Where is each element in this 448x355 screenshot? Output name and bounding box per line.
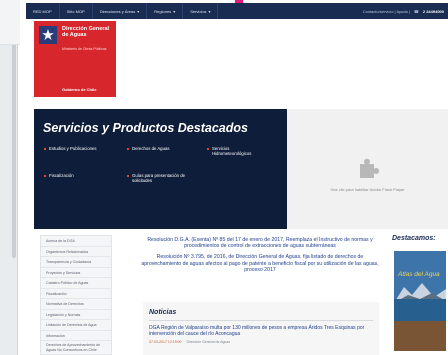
sidebar-item[interactable]: Organismos Relacionados: [41, 247, 111, 257]
service-link-guias[interactable]: Guías para presentación de solicitudes: [127, 173, 189, 183]
service-link-hidrometeorologicos[interactable]: Servicios Hidrometeorológicos: [207, 146, 267, 156]
dga-logo[interactable]: Dirección General de Aguas Ministerio de…: [34, 21, 116, 97]
sidebar-item[interactable]: Proyectos y Servicios: [41, 268, 111, 278]
puzzle-plugin-icon: [354, 156, 380, 182]
sidebar-item[interactable]: Legislación y Normas: [41, 310, 111, 320]
browser-toolbar-strip: [0, 0, 20, 45]
chile-star-icon: [39, 26, 57, 44]
news-headline-link[interactable]: DGA Región de Valparaíso multa por 130 m…: [149, 325, 373, 337]
atlas-del-agua-banner[interactable]: Atlas del Agua: [394, 251, 446, 351]
atlas-lake: [394, 299, 446, 321]
sidebar-item[interactable]: Normativa de Derechos: [41, 299, 111, 310]
nav-item-regiones[interactable]: Regiones ▾: [147, 3, 184, 19]
bullet-icon: [44, 174, 46, 177]
top-navbar: RED MOP Sitio MOP Direcciones y Áreas ▾ R…: [26, 3, 448, 19]
chevron-down-icon: ▾: [208, 8, 211, 14]
divider: [149, 320, 373, 321]
bullet-icon: [44, 147, 46, 150]
phone-icon: ☎: [413, 8, 419, 14]
scrollbar[interactable]: [12, 8, 16, 258]
news-panel: Noticias DGA Región de Valparaíso multa …: [143, 302, 379, 355]
resolutions-block: Resolución D.G.A. (Exenta) Nº 85 del 17 …: [141, 237, 379, 297]
sidebar-nav: Acerca de la DGA Organismos Relacionados…: [40, 235, 112, 355]
flash-message: Haz clic para habilitar Adobe Flash Play…: [330, 187, 405, 192]
sidebar-item[interactable]: Catastro Público de Aguas: [41, 278, 111, 289]
featured-title: Destacamos:: [392, 235, 436, 242]
logo-government: Gobierno de Chile: [62, 87, 97, 92]
sidebar-item[interactable]: Transparencia y Ciudadanía: [41, 257, 111, 268]
sidebar-item[interactable]: Licitación de Derechos de Agua: [41, 320, 111, 331]
flash-placeholder[interactable]: Haz clic para habilitar Adobe Flash Play…: [287, 109, 448, 229]
web-page: RED MOP Sitio MOP Direcciones y Áreas ▾ R…: [26, 3, 448, 355]
logo-subtitle: Ministerio de Obras Públicas: [62, 47, 107, 51]
top-right-links: Contacto/servicio | Ayuda | ☎ 2 24494000: [363, 9, 448, 14]
nav-item-red-mop[interactable]: RED MOP: [26, 3, 60, 19]
service-link-fiscalizacion[interactable]: Fiscalización: [44, 173, 114, 178]
nav-item-servicios[interactable]: Servicios ▾: [183, 3, 219, 19]
news-source: Dirección General de Aguas: [186, 340, 231, 344]
contact-links[interactable]: Contacto/servicio | Ayuda |: [363, 9, 410, 14]
service-link-estudios[interactable]: Estudios y Publicaciones: [44, 146, 124, 151]
sidebar-item[interactable]: Acerca de la DGA: [41, 236, 111, 247]
sidebar-item[interactable]: Fiscalización: [41, 289, 111, 299]
logo-title: Dirección General de Aguas: [62, 26, 110, 38]
services-title: Servicios y Productos Destacados: [43, 121, 248, 135]
sidebar-item[interactable]: Derechos de Aprovechamiento de Aguas No …: [41, 341, 111, 355]
chevron-down-icon: ▾: [173, 8, 176, 14]
bullet-icon: [127, 174, 129, 177]
resolution-link[interactable]: Resolución Nº 3.795, de 2016, de Direcci…: [141, 254, 379, 273]
service-link-derechos[interactable]: Derechos de Aguas: [127, 146, 197, 151]
chevron-down-icon: ▾: [137, 8, 140, 14]
sidebar-item[interactable]: Información: [41, 331, 111, 341]
resolution-link[interactable]: Resolución D.G.A. (Exenta) Nº 85 del 17 …: [141, 237, 379, 249]
header-blank: [116, 21, 448, 97]
news-title: Noticias: [149, 309, 177, 316]
phone-number[interactable]: 2 24494000: [423, 9, 444, 14]
atlas-ground: [394, 321, 446, 351]
news-meta: 07-03-2017 12:19:00 Dirección General de…: [149, 340, 230, 344]
news-date: 07-03-2017 12:19:00: [149, 340, 182, 344]
bullet-icon: [127, 147, 129, 150]
atlas-title: Atlas del Agua: [398, 271, 440, 278]
browser-left-panel: [0, 0, 18, 355]
bullet-icon: [207, 147, 209, 150]
nav-item-direcciones[interactable]: Direcciones y Áreas ▾: [93, 3, 148, 19]
nav-item-sitio-mop[interactable]: Sitio MOP: [60, 3, 93, 19]
services-banner: Servicios y Productos Destacados Estudio…: [34, 109, 287, 229]
